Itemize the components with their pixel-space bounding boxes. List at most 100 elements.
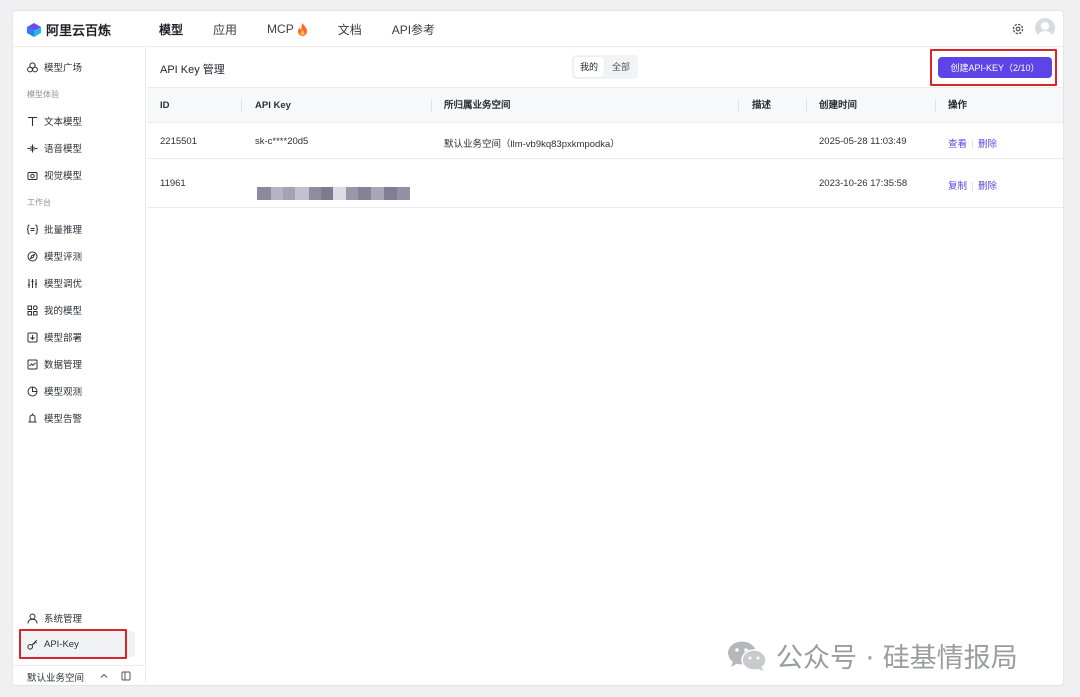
column-divider (806, 99, 807, 112)
column-divider (738, 99, 739, 112)
sidebar-item-label: 视觉模型 (44, 171, 83, 182)
sidebar-item-label: 批量推理 (44, 225, 83, 236)
compass-icon (27, 251, 38, 261)
cell-actions: 复制 删除 (948, 178, 997, 192)
camera-icon (27, 171, 38, 180)
tab-api-reference[interactable]: API参考 (392, 21, 435, 38)
gear-icon[interactable] (1011, 22, 1025, 36)
column-header-api-key: API Key (255, 100, 291, 111)
sidebar-item-model-deploy[interactable]: 模型部署 (27, 329, 82, 345)
sidebar-item-voice-model[interactable]: 语音模型 (27, 140, 82, 156)
column-header-actions: 操作 (948, 100, 968, 111)
sidebar-item-model-observe[interactable]: 模型观测 (27, 383, 82, 399)
sidebar-item-my-models[interactable]: 我的模型 (27, 302, 82, 318)
tab-label: MCP (267, 22, 294, 36)
sidebar-item-model-square[interactable]: 模型广场 (27, 59, 82, 75)
watermark: 公众号 · 硅基情报局 (726, 636, 1018, 675)
main-content: API Key 管理 我的 全部 创建API-KEY（2/10） ID API … (147, 47, 1063, 685)
sidebar-item-label: 我的模型 (44, 306, 83, 317)
sidebar-item-system[interactable]: 系统管理 (27, 610, 82, 626)
action-divider (972, 181, 974, 191)
nav-tabs: 模型 应用 MCP 文档 API参考 (159, 11, 465, 47)
pie-icon (27, 386, 38, 396)
brand-logo-icon (27, 22, 41, 37)
page-title: API Key 管理 (160, 64, 225, 76)
model-square-icon (27, 61, 38, 72)
wechat-icon (728, 641, 767, 671)
sidebar-item-text-model[interactable]: 文本模型 (27, 113, 82, 129)
cell-id: 2215501 (160, 136, 197, 147)
brand-name: 阿里云百炼 (46, 23, 112, 38)
cell-created: 2025-05-28 11:03:49 (819, 136, 907, 147)
user-avatar-icon (1038, 22, 1052, 38)
key-icon (27, 639, 38, 650)
view-link[interactable]: 查看 (948, 139, 967, 150)
page-header: API Key 管理 我的 全部 创建API-KEY（2/10） (147, 47, 1063, 88)
column-divider (935, 99, 936, 112)
tab-label: 应用 (213, 22, 238, 37)
cell-workspace: 默认业务空间（llm-vb9kq83pxkmpodka） (444, 139, 620, 150)
text-icon (28, 116, 37, 126)
sidebar-item-batch-inference[interactable]: 批量推理 (27, 221, 82, 237)
tab-docs[interactable]: 文档 (338, 21, 362, 38)
cell-created: 2023-10-26 17:35:58 (819, 178, 908, 189)
sidebar-item-model-alert[interactable]: 模型告警 (27, 410, 82, 426)
sidebar-item-label: 文本模型 (44, 117, 83, 128)
sidebar-item-label: 模型广场 (44, 63, 83, 74)
sidebar-item-label: 数据管理 (44, 360, 83, 371)
sidebar-item-label: 系统管理 (44, 614, 83, 625)
sliders-icon (27, 278, 38, 288)
column-header-description: 描述 (752, 100, 772, 111)
workspace-name: 默认业务空间 (27, 672, 85, 684)
watermark-text: 公众号 · 硅基情报局 (776, 643, 1018, 674)
table-row: 2215501 sk-c****20d5 默认业务空间（llm-vb9kq83p… (147, 123, 1063, 159)
tab-mcp[interactable]: MCP (267, 22, 308, 36)
workspace-switcher[interactable]: 默认业务空间 (13, 665, 146, 685)
avatar[interactable] (1035, 18, 1055, 38)
column-divider (431, 99, 432, 112)
cell-api-key: sk-c****20d5 (255, 136, 309, 147)
user-icon (27, 613, 38, 624)
table-row: 11961 2023-10-26 17:35:58 复制 删除 (147, 159, 1063, 208)
action-divider (972, 139, 974, 149)
scope-segmented-control: 我的 全部 (572, 55, 639, 79)
deploy-icon (27, 332, 38, 342)
sidebar-item-model-tuning[interactable]: 模型调优 (27, 275, 82, 291)
sidebar: 模型广场 模型体验 文本模型 语音模型 视觉模型 工作台 批量推理 模型评测 模… (13, 47, 146, 685)
sidebar-item-label: 模型部署 (44, 333, 83, 344)
waveform-icon (27, 144, 38, 152)
sidebar-item-label: 模型调优 (44, 279, 83, 290)
create-api-key-button[interactable]: 创建API-KEY（2/10） (938, 57, 1052, 78)
copy-link[interactable]: 复制 (948, 181, 967, 192)
apps-icon (27, 304, 38, 315)
column-header-id: ID (160, 100, 170, 111)
column-header-created: 创建时间 (819, 100, 858, 111)
batch-icon (27, 224, 38, 234)
segment-all[interactable]: 全部 (606, 57, 636, 77)
column-divider (241, 99, 242, 112)
brand[interactable]: 阿里云百炼 (27, 20, 111, 39)
fire-icon (297, 22, 307, 36)
alert-icon (28, 413, 37, 422)
tab-label: 文档 (337, 22, 362, 37)
delete-link[interactable]: 删除 (978, 139, 997, 150)
column-header-workspace: 所归属业务空间 (444, 100, 511, 111)
top-nav: 阿里云百炼 模型 应用 MCP 文档 API参考 (13, 11, 1063, 47)
sidebar-item-label: 模型评测 (44, 252, 83, 263)
collapse-sidebar-icon[interactable] (121, 671, 131, 681)
sidebar-group-workbench: 工作台 (27, 198, 51, 207)
segment-mine[interactable]: 我的 (574, 57, 605, 77)
tab-apps[interactable]: 应用 (213, 21, 237, 38)
masked-api-key (257, 187, 410, 200)
cell-actions: 查看 删除 (948, 136, 997, 150)
sidebar-item-label: 模型告警 (44, 414, 83, 425)
delete-link[interactable]: 删除 (978, 181, 997, 192)
sidebar-group-experience: 模型体验 (27, 90, 59, 99)
sidebar-item-api-key[interactable]: API-Key (21, 631, 135, 657)
table-header: ID API Key 所归属业务空间 描述 创建时间 操作 (147, 88, 1063, 123)
sidebar-item-vision-model[interactable]: 视觉模型 (27, 167, 82, 183)
sidebar-item-label: 语音模型 (44, 144, 83, 155)
sidebar-item-data-manage[interactable]: 数据管理 (27, 356, 82, 372)
tab-models[interactable]: 模型 (159, 21, 183, 38)
sidebar-item-model-eval[interactable]: 模型评测 (27, 248, 82, 264)
